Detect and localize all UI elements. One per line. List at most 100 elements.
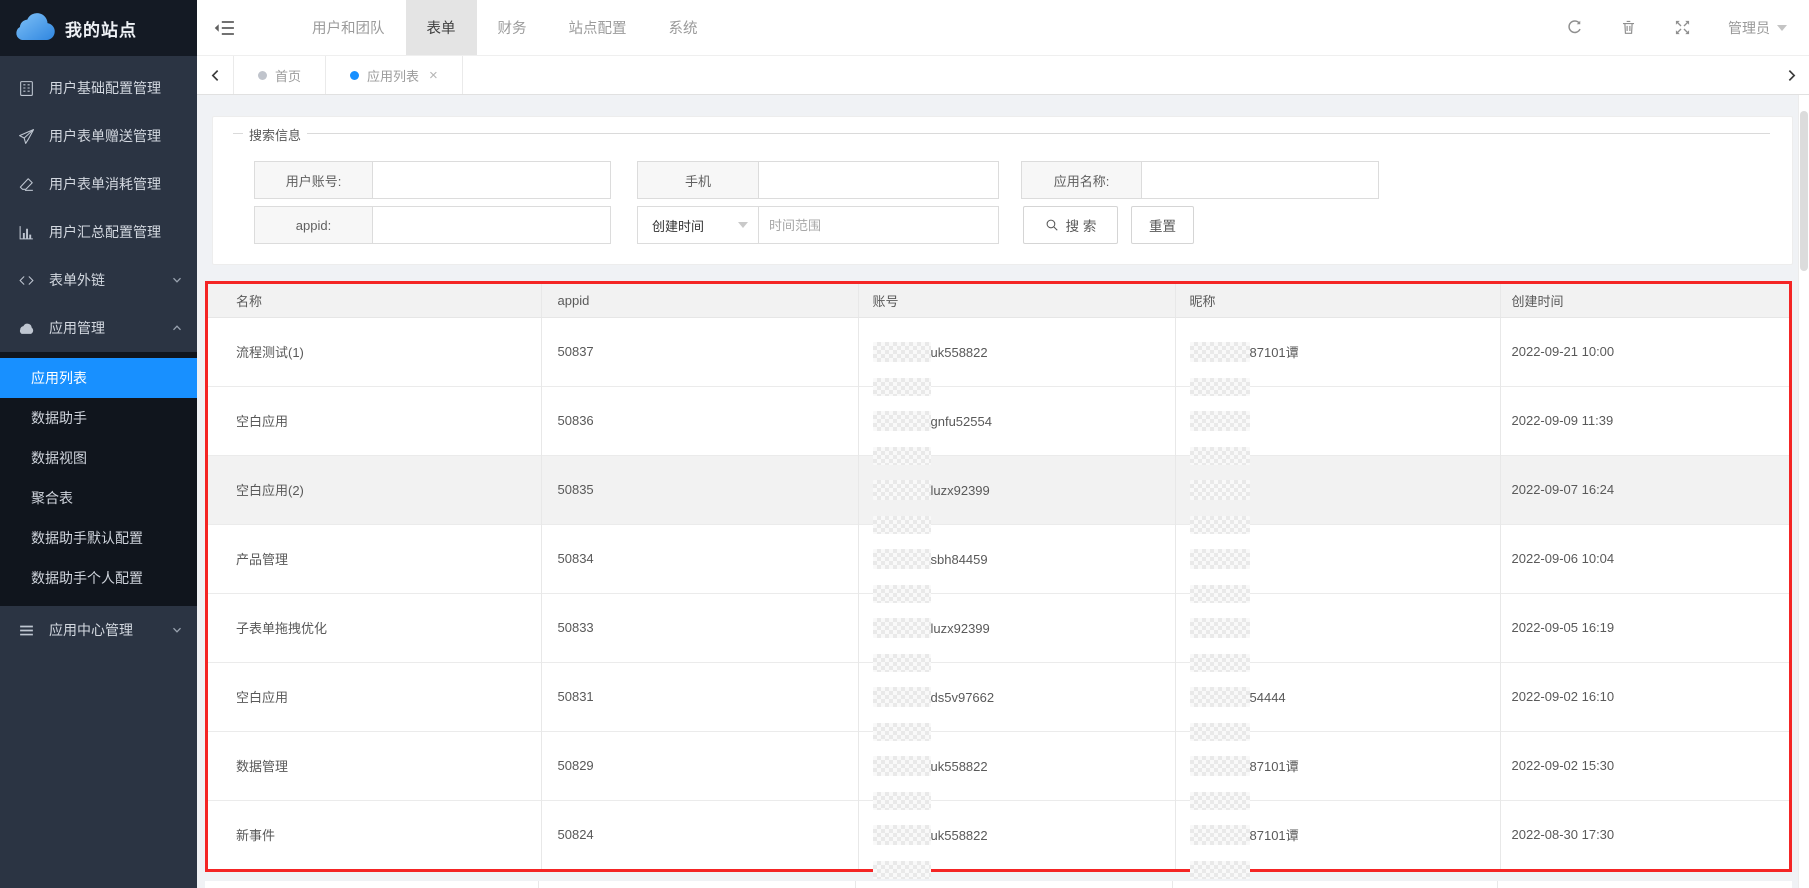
sidebar-item-5[interactable]: 应用管理	[0, 304, 197, 352]
table-row[interactable]: 空白应用50836gnfu525542022-09-09 11:39	[208, 386, 1789, 455]
send-icon	[18, 128, 35, 145]
cell-nickname	[1175, 386, 1500, 455]
cell-name: 空白应用	[208, 662, 541, 731]
sidebar-item-3[interactable]: 用户汇总配置管理	[0, 208, 197, 256]
sidebar-subitem-5[interactable]: 数据助手个人配置	[0, 558, 197, 598]
appname-field-group: 应用名称:	[1021, 161, 1379, 199]
sidebar-item-4[interactable]: 表单外链	[0, 256, 197, 304]
reset-button[interactable]: 重置	[1131, 206, 1194, 244]
topnav-tab-2[interactable]: 财务	[477, 0, 548, 55]
sidebar-item-label: 应用管理	[49, 318, 171, 338]
sidebar-subitem-2[interactable]: 数据视图	[0, 438, 197, 478]
cell-appid: 50833	[541, 593, 858, 662]
scrollbar-thumb[interactable]	[1800, 111, 1808, 271]
chevron-down-icon	[1777, 25, 1787, 31]
app-list-table: 名称appid账号昵称创建时间 流程测试(1)50837uk5588228710…	[205, 281, 1792, 872]
topnav-tab-3[interactable]: 站点配置	[548, 0, 648, 55]
cell-appid: 50824	[541, 800, 858, 869]
sidebar-subitem-3[interactable]: 聚合表	[0, 478, 197, 518]
tabs-scroll-right-button[interactable]	[1773, 56, 1809, 94]
sidebar-header: 我的站点	[0, 0, 197, 56]
sidebar-subitem-1[interactable]: 数据助手	[0, 398, 197, 438]
user-menu[interactable]: 管理员	[1728, 18, 1787, 38]
cell-account-text: gnfu52554	[931, 414, 992, 429]
sidebar-item-2[interactable]: 用户表单消耗管理	[0, 160, 197, 208]
redaction-blur	[873, 480, 931, 500]
menu-fold-icon[interactable]	[213, 19, 235, 37]
redaction-blur	[873, 447, 931, 465]
time-type-select[interactable]: 创建时间	[637, 206, 759, 244]
redaction-blur	[873, 687, 931, 707]
time-range-input[interactable]	[759, 206, 999, 244]
redaction-blur	[1190, 618, 1250, 638]
redaction-blur	[873, 861, 931, 879]
table-row[interactable]: 产品管理50834sbh844592022-09-06 10:04	[208, 524, 1789, 593]
sidebar-subitem-0[interactable]: 应用列表	[0, 358, 197, 398]
redaction-blur	[1190, 723, 1250, 741]
phone-label: 手机	[637, 161, 759, 199]
sidebar-item-0[interactable]: 用户基础配置管理	[0, 64, 197, 112]
redaction-blur	[1190, 480, 1250, 500]
close-icon[interactable]: ×	[429, 68, 438, 83]
topnav-tab-0[interactable]: 用户和团队	[291, 0, 406, 55]
redaction-blur	[873, 618, 931, 638]
redaction-blur	[873, 825, 931, 845]
column-header-4: 创建时间	[1500, 284, 1789, 317]
cell-created: 2022-09-05 16:19	[1500, 593, 1789, 662]
phone-field-group: 手机	[637, 161, 999, 199]
cloud-icon	[18, 320, 35, 337]
cell-nickname	[1175, 524, 1500, 593]
vertical-scrollbar	[1798, 95, 1809, 888]
trash-icon[interactable]	[1620, 19, 1637, 36]
redaction-blur	[873, 378, 931, 396]
page-tab-1[interactable]: 应用列表 ×	[325, 56, 463, 94]
redaction-blur	[873, 654, 931, 672]
appname-label: 应用名称:	[1021, 161, 1142, 199]
phone-input[interactable]	[759, 161, 999, 199]
redaction-blur	[1190, 447, 1250, 465]
sidebar-item-1[interactable]: 用户表单赠送管理	[0, 112, 197, 160]
appid-input[interactable]	[373, 206, 611, 244]
redaction-blur	[873, 585, 931, 603]
table-row[interactable]: 空白应用50831ds5v97662544442022-09-02 16:10	[208, 662, 1789, 731]
search-panel-legend: 搜索信息	[243, 125, 307, 144]
cell-nickname: 54444	[1175, 662, 1500, 731]
appname-input[interactable]	[1142, 161, 1379, 199]
cell-appid: 50836	[541, 386, 858, 455]
page-tab-label: 应用列表	[367, 66, 419, 85]
sidebar-item-6[interactable]: 应用中心管理	[0, 606, 197, 654]
sidebar-subitem-4[interactable]: 数据助手默认配置	[0, 518, 197, 558]
topnav-tab-1[interactable]: 表单	[406, 0, 477, 55]
cell-nickname-text: 54444	[1250, 690, 1286, 705]
table-row[interactable]: 空白应用(2)50835luzx923992022-09-07 16:24	[208, 455, 1789, 524]
tabs-scroll-left-button[interactable]	[197, 56, 233, 94]
column-header-3: 昵称	[1175, 284, 1500, 317]
fullscreen-icon[interactable]	[1674, 19, 1691, 36]
cell-account: uk558822	[858, 317, 1175, 386]
cell-name: 产品管理	[208, 524, 541, 593]
redaction-blur	[1190, 342, 1250, 362]
sidebar-menu: 用户基础配置管理用户表单赠送管理用户表单消耗管理用户汇总配置管理表单外链应用管理…	[0, 56, 197, 654]
cell-appid: 50835	[541, 455, 858, 524]
sidebar-item-label: 应用中心管理	[49, 620, 171, 640]
page-tab-0[interactable]: 首页	[233, 56, 325, 94]
table-row[interactable]: 新事件50824uk55882287101谭2022-08-30 17:30	[208, 800, 1789, 869]
cell-account: ds5v97662	[858, 662, 1175, 731]
table-row[interactable]: 子表单拖拽优化50833luzx923992022-09-05 16:19	[208, 593, 1789, 662]
open-tabs: 首页 应用列表 ×	[233, 56, 463, 94]
user-name: 管理员	[1728, 18, 1770, 38]
content-area: 搜索信息 用户账号: 手机 应用名称: appid: 创建时间 搜 索	[197, 95, 1809, 888]
cell-nickname-text: 87101谭	[1250, 759, 1299, 774]
table-row[interactable]: 数据管理50829uk55882287101谭2022-09-02 15:30	[208, 731, 1789, 800]
topnav-tab-4[interactable]: 系统	[648, 0, 719, 55]
search-panel: 搜索信息 用户账号: 手机 应用名称: appid: 创建时间 搜 索	[212, 116, 1793, 265]
account-input[interactable]	[373, 161, 611, 199]
refresh-icon[interactable]	[1566, 19, 1583, 36]
table-row[interactable]: 流程测试(1)50837uk55882287101谭2022-09-21 10:…	[208, 317, 1789, 386]
redaction-blur	[1190, 654, 1250, 672]
topnav-actions: 管理员	[1566, 0, 1787, 55]
cell-nickname	[1175, 455, 1500, 524]
search-button[interactable]: 搜 索	[1023, 206, 1118, 244]
cell-account-text: luzx92399	[931, 483, 990, 498]
account-field-group: 用户账号:	[254, 161, 611, 199]
